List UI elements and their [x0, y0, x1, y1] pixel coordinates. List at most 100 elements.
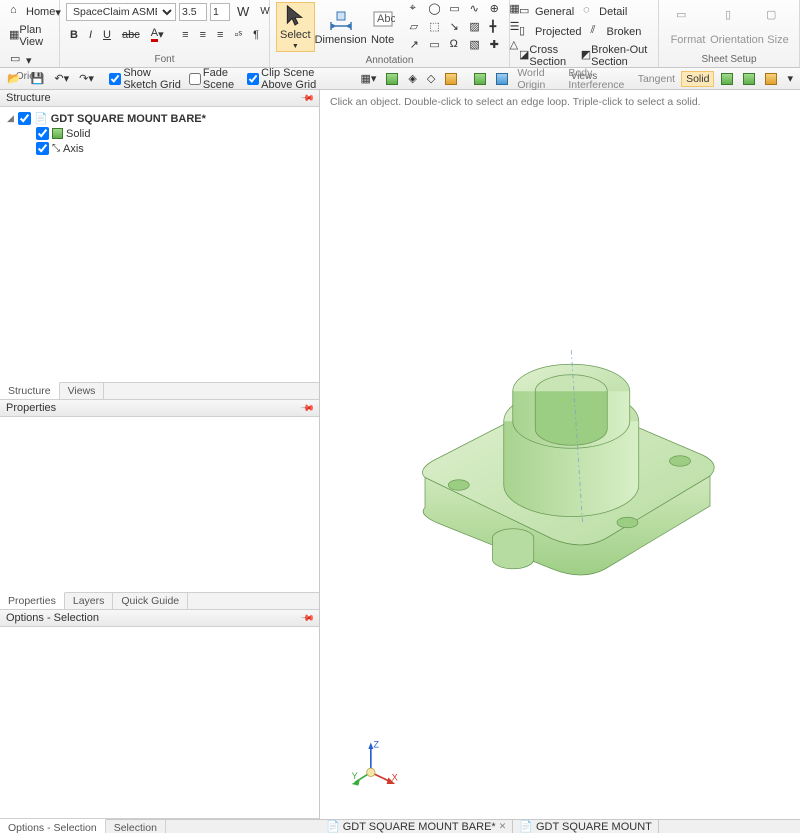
annot-btn-1[interactable]: ⌖: [406, 2, 424, 18]
annot-btn-4[interactable]: ∿: [466, 2, 484, 18]
format-icon: ▭: [676, 8, 700, 32]
align-right-button[interactable]: ≡: [213, 27, 227, 43]
snap-btn-2[interactable]: [383, 72, 401, 86]
tab-selection[interactable]: Selection: [106, 820, 166, 833]
font-family-select[interactable]: SpaceClaim ASME C: [66, 3, 176, 21]
font-grow-button[interactable]: W: [233, 2, 253, 21]
strike-button[interactable]: abc: [118, 27, 144, 43]
select-tool-button[interactable]: Select▼: [276, 2, 315, 52]
tab-layers[interactable]: Layers: [65, 593, 114, 609]
align-left-button[interactable]: ≡: [178, 27, 192, 43]
solid-mode-button[interactable]: Solid: [681, 71, 714, 87]
annot-btn-8[interactable]: ⬚: [426, 20, 444, 36]
fade-scene-check[interactable]: Fade Scene: [189, 67, 243, 91]
snap-btn-3[interactable]: ◈: [405, 71, 419, 86]
tab-views[interactable]: Views: [60, 383, 105, 399]
tree-node-solid-label: Solid: [66, 128, 90, 140]
paragraph-button[interactable]: ¶: [249, 27, 263, 43]
tab-options-selection[interactable]: Options - Selection: [0, 819, 106, 833]
close-icon[interactable]: ✕: [499, 821, 507, 832]
centerline-icon: ╋: [490, 20, 500, 36]
pin-icon-2[interactable]: 📌: [300, 400, 316, 416]
tab-structure[interactable]: Structure: [0, 382, 60, 399]
orientation-button[interactable]: ▯Orientation: [714, 2, 760, 52]
clip-scene-check[interactable]: Clip Scene Above Grid: [247, 67, 339, 91]
properties-body[interactable]: [0, 417, 319, 592]
snap-btn-4[interactable]: ◇: [424, 71, 438, 86]
italic-button[interactable]: I: [85, 27, 96, 43]
doctab-2[interactable]: 📄 GDT SQUARE MOUNT: [513, 820, 659, 833]
doctab-active[interactable]: 📄 GDT SQUARE MOUNT BARE* ✕: [320, 820, 513, 833]
annot-btn-3[interactable]: ▭: [446, 2, 464, 18]
snap-btn-5[interactable]: [442, 72, 460, 86]
show-sketch-grid-check[interactable]: Show Sketch Grid: [109, 67, 185, 91]
tangent-button[interactable]: Tangent: [636, 72, 677, 86]
font-size-input[interactable]: [179, 3, 207, 21]
annot-btn-10[interactable]: ▨: [466, 20, 484, 36]
mode-btn-4[interactable]: ▾: [784, 71, 796, 86]
redo-button[interactable]: ↷▾: [76, 71, 97, 86]
size-button[interactable]: ▢Size: [763, 2, 793, 52]
superscript-button[interactable]: ▫ˢ: [230, 27, 246, 43]
bold-button[interactable]: B: [66, 27, 82, 43]
cube-green-icon: [386, 73, 398, 85]
root-check[interactable]: [18, 112, 31, 125]
font-color-button[interactable]: A▾: [147, 25, 168, 44]
save-button[interactable]: 💾: [28, 71, 48, 86]
snap-btn-1[interactable]: ▦▾: [357, 71, 379, 86]
annot-btn-11[interactable]: ╋: [486, 20, 504, 36]
home-icon: ⌂: [10, 4, 26, 20]
mode-btn-3[interactable]: [762, 72, 780, 86]
mode-btn-1[interactable]: [718, 72, 736, 86]
view-section-icon: ◪: [519, 48, 529, 64]
annot-btn-7[interactable]: ▱: [406, 20, 424, 36]
tree-root[interactable]: ◢ 📄 GDT SQUARE MOUNT BARE*: [6, 111, 313, 126]
annot-btn-15[interactable]: Ω: [446, 38, 464, 54]
underline-button[interactable]: U: [99, 27, 115, 43]
cube-orange-icon: [445, 73, 457, 85]
view-projected-button[interactable]: ▯Projected: [516, 22, 584, 42]
annot-btn-14[interactable]: ▭: [426, 38, 444, 54]
annot-btn-9[interactable]: ↘: [446, 20, 464, 36]
view-btn-2[interactable]: [493, 72, 511, 86]
view-detail-button[interactable]: ◌Detail: [580, 2, 630, 22]
body-interference-button[interactable]: Body Interference: [566, 66, 631, 92]
mode-btn-2[interactable]: [740, 72, 758, 86]
annot-btn-17[interactable]: ✚: [486, 38, 504, 54]
expand-icon[interactable]: ◢: [6, 113, 15, 124]
rotate-icon: ▭: [10, 52, 26, 68]
viewport-3d[interactable]: Click an object. Double-click to select …: [320, 90, 800, 819]
dimension-button[interactable]: Dimension: [318, 2, 364, 52]
annot-btn-2[interactable]: ◯: [426, 2, 444, 18]
tab-quick-guide[interactable]: Quick Guide: [113, 593, 188, 609]
font-weight-input[interactable]: [210, 3, 230, 21]
doc-icon: 📄: [326, 820, 340, 833]
options-body[interactable]: [0, 627, 319, 818]
tree-node-axis-label: Axis: [63, 143, 84, 155]
plan-view-button[interactable]: ▦Plan View: [6, 22, 53, 50]
group-label-sheet: Sheet Setup: [665, 53, 793, 67]
view-broken-button[interactable]: ⫽Broken: [587, 22, 644, 42]
rotate-button[interactable]: ▭▾: [6, 50, 36, 70]
view-general-button[interactable]: ▭General: [516, 2, 577, 22]
annot-btn-5[interactable]: ⊕: [486, 2, 504, 18]
structure-tree[interactable]: ◢ 📄 GDT SQUARE MOUNT BARE* Solid ⤡ Axis: [0, 107, 319, 382]
annot-btn-13[interactable]: ↗: [406, 38, 424, 54]
open-button[interactable]: 📂: [4, 71, 24, 86]
tree-node-axis[interactable]: ⤡ Axis: [6, 141, 313, 156]
world-origin-button[interactable]: World Origin: [515, 66, 562, 92]
annot-btn-16[interactable]: ▧: [466, 38, 484, 54]
align-center-button[interactable]: ≡: [196, 27, 210, 43]
home-button[interactable]: ⌂Home ▾: [6, 2, 65, 22]
pin-icon-3[interactable]: 📌: [300, 610, 316, 626]
solid-check[interactable]: [36, 127, 49, 140]
axis-triad[interactable]: Z X Y: [350, 739, 400, 789]
axis-check[interactable]: [36, 142, 49, 155]
note-button[interactable]: Abc Note: [367, 2, 399, 52]
tab-properties[interactable]: Properties: [0, 592, 65, 609]
view-btn-1[interactable]: [471, 72, 489, 86]
tree-node-solid[interactable]: Solid: [6, 126, 313, 141]
format-button[interactable]: ▭Format: [665, 2, 711, 52]
pin-icon[interactable]: 📌: [300, 90, 316, 106]
undo-button[interactable]: ↶▾: [51, 71, 72, 86]
